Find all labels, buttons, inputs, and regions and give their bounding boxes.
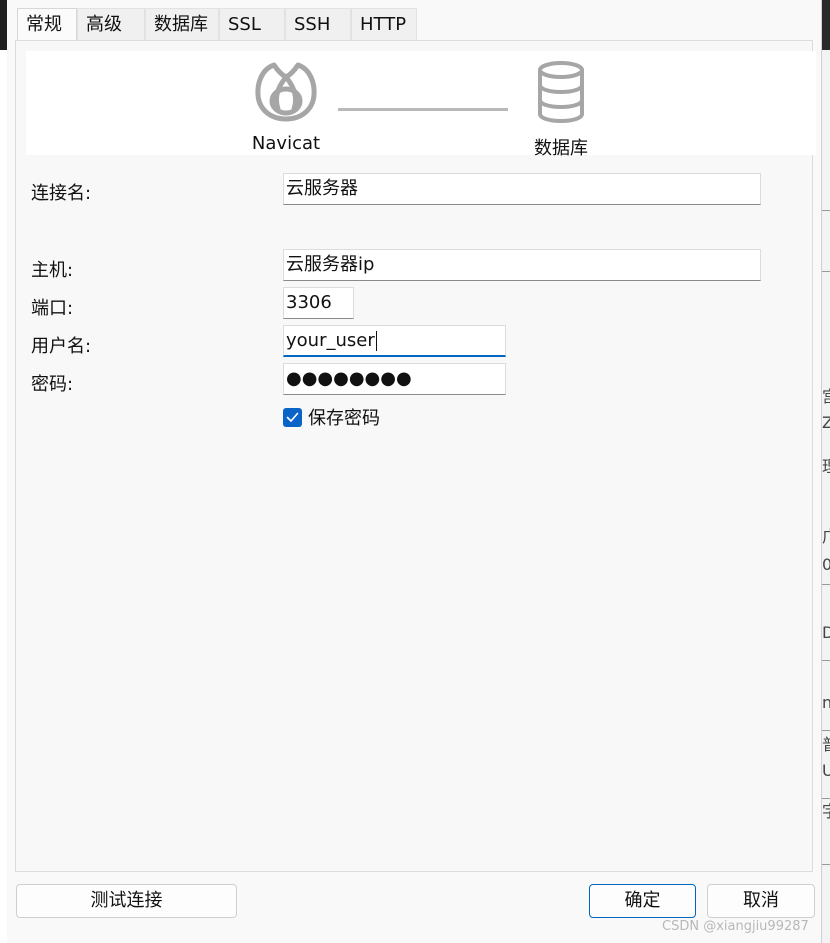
tab-advanced[interactable]: 高级 (77, 8, 145, 40)
ok-button[interactable]: 确定 (589, 884, 696, 918)
text-caret (375, 331, 377, 351)
background-divider (822, 660, 830, 661)
test-connection-button[interactable]: 测试连接 (16, 884, 237, 918)
checkmark-icon (286, 412, 299, 422)
background-divider (822, 271, 830, 272)
background-divider (822, 864, 830, 865)
background-text: U (822, 762, 830, 780)
username-input[interactable]: your_user (283, 325, 506, 357)
save-password-label: 保存密码 (308, 408, 380, 429)
background-text: 普 (822, 736, 830, 754)
tab-databases[interactable]: 数据库 (145, 8, 219, 40)
database-icon (538, 61, 584, 124)
tab-general[interactable]: 常规 (17, 8, 77, 41)
background-divider (822, 798, 830, 799)
tab-bar: 常规 高级 数据库 SSL SSH HTTP (17, 8, 417, 41)
background-window: 宫 Z 理 广 0. D( n 普 U 字 (822, 0, 830, 943)
save-password-row[interactable]: 保存密码 (283, 407, 380, 429)
general-panel: Navicat 数据库 连接名: 云服务器 主机: 云服务器ip 端口: 330… (15, 40, 816, 872)
navicat-label: Navicat (251, 133, 321, 154)
csdn-watermark: CSDN @xiangjiu99287 (662, 919, 809, 934)
background-text: Z (822, 414, 830, 432)
host-label: 主机: (31, 260, 74, 281)
background-text: 广 (822, 528, 830, 546)
username-value: your_user (286, 330, 375, 351)
connection-line (338, 108, 508, 111)
username-label: 用户名: (31, 336, 92, 357)
background-text: D( (822, 624, 830, 642)
tab-ssh[interactable]: SSH (285, 8, 351, 40)
tab-http[interactable]: HTTP (351, 8, 417, 40)
save-password-checkbox[interactable] (283, 407, 302, 427)
cancel-button[interactable]: 取消 (707, 884, 815, 918)
connection-name-input[interactable]: 云服务器 (283, 173, 761, 205)
tab-ssl[interactable]: SSL (219, 8, 285, 40)
background-text: 0. (822, 556, 830, 574)
port-label: 端口: (31, 298, 74, 319)
navicat-logo-icon (255, 62, 317, 122)
connection-dialog: 常规 高级 数据库 SSL SSH HTTP Navicat 数据库 连接名: … (7, 0, 822, 943)
background-text: n (822, 694, 830, 712)
host-input[interactable]: 云服务器ip (283, 249, 761, 281)
database-label: 数据库 (534, 138, 588, 159)
port-input[interactable]: 3306 (283, 287, 354, 319)
background-divider (822, 584, 830, 585)
connection-name-label: 连接名: (31, 183, 92, 204)
background-text: 宫 (822, 388, 830, 406)
background-divider (822, 210, 830, 211)
background-divider (822, 730, 830, 731)
background-text: 字 (822, 803, 830, 821)
connection-banner: Navicat 数据库 (26, 51, 816, 159)
password-input[interactable]: ●●●●●●●● (283, 363, 506, 395)
background-text: 理 (822, 458, 830, 476)
background-window-titlebar (822, 0, 830, 50)
password-label: 密码: (31, 374, 74, 395)
